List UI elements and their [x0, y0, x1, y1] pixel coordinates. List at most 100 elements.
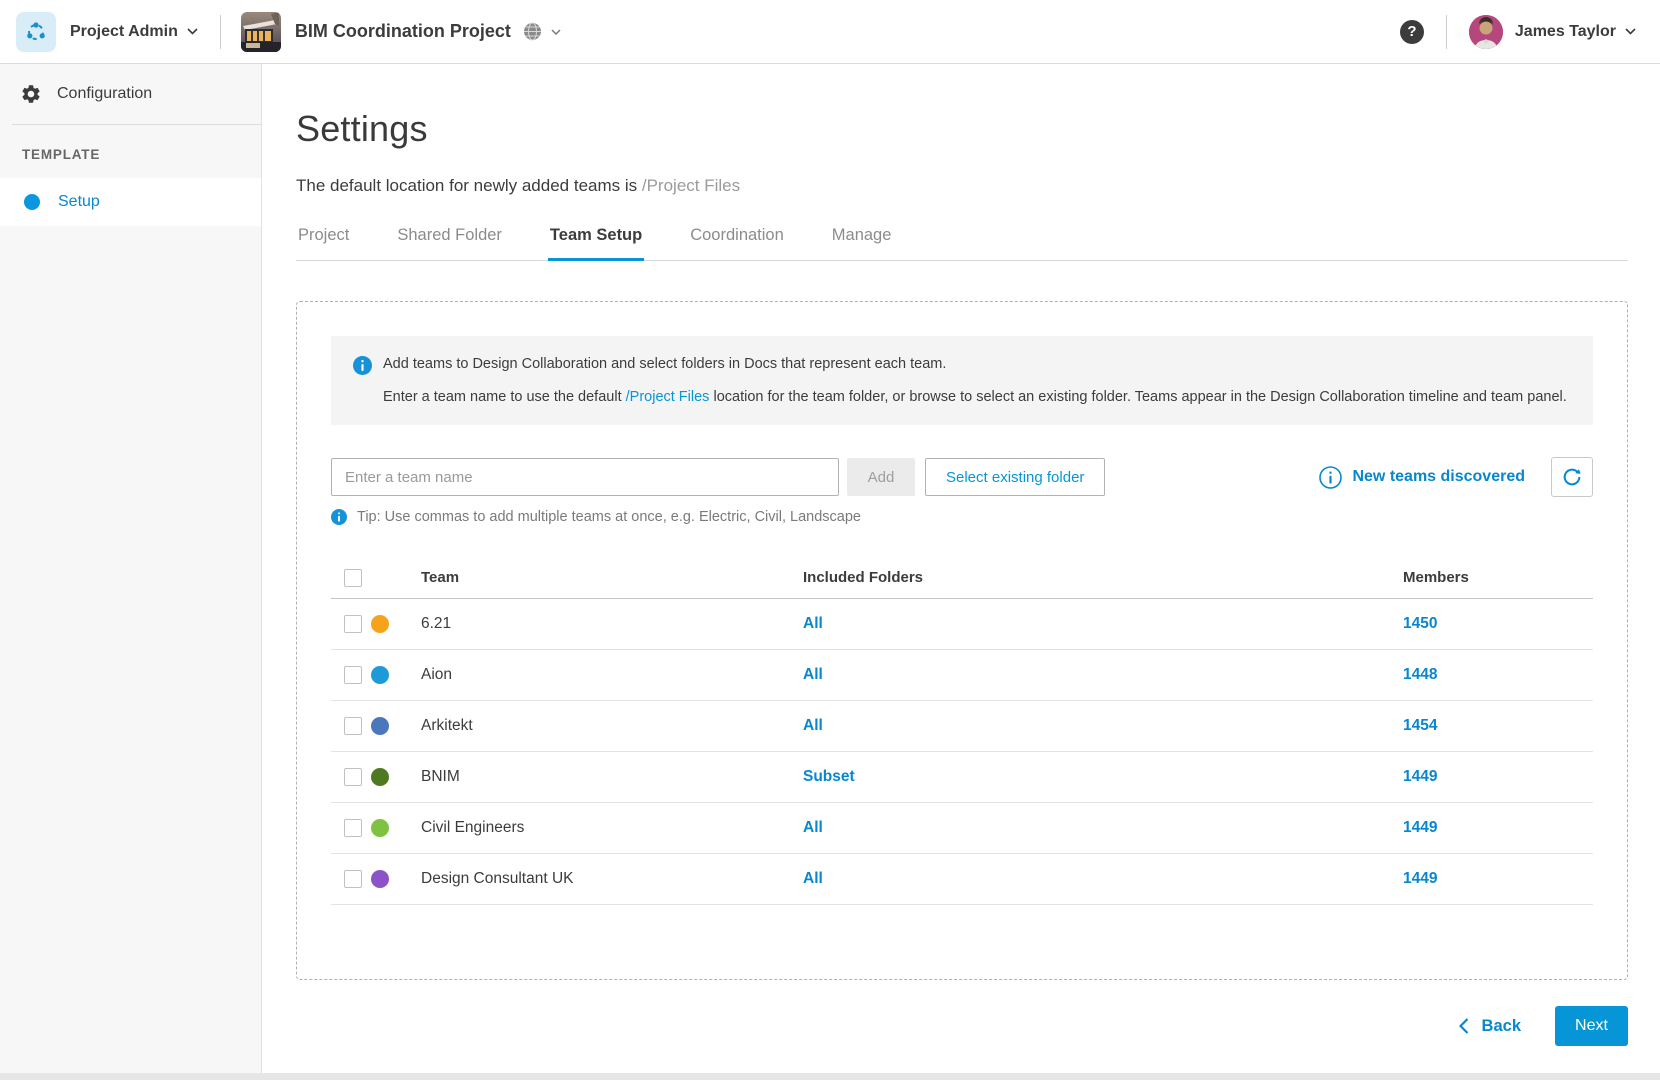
help-icon[interactable]: ?	[1400, 20, 1424, 44]
team-color-dot	[371, 870, 389, 888]
team-name: Civil Engineers	[421, 819, 803, 837]
team-table-body: 6.21 All 1450 Aion All 1448 Arkitekt All…	[331, 599, 1593, 905]
project-chevron-down-icon[interactable]	[551, 29, 561, 35]
building-photo	[241, 12, 281, 52]
included-folders-link[interactable]: All	[803, 870, 823, 887]
topbar-divider	[220, 15, 221, 49]
default-location-path: /Project Files	[642, 176, 740, 195]
table-row: BNIM Subset 1449	[331, 752, 1593, 803]
select-all-checkbox[interactable]	[344, 569, 362, 587]
configuration-label: Configuration	[57, 85, 152, 103]
members-count-link[interactable]: 1449	[1403, 768, 1437, 785]
network-share-icon	[24, 20, 48, 44]
team-table: Team Included Folders Members 6.21 All 1…	[331, 557, 1593, 945]
settings-tabs: Project Shared Folder Team Setup Coordin…	[296, 226, 1628, 261]
sidebar-item-configuration[interactable]: Configuration	[0, 64, 261, 124]
tab-coordination[interactable]: Coordination	[688, 226, 786, 260]
new-teams-label: New teams discovered	[1352, 468, 1525, 486]
app-name: Project Admin	[70, 23, 178, 41]
members-count-link[interactable]: 1449	[1403, 870, 1437, 887]
team-name: BNIM	[421, 768, 803, 786]
setup-status-dot	[24, 194, 40, 210]
team-color-dot	[371, 717, 389, 735]
setup-label: Setup	[58, 193, 100, 211]
add-button[interactable]: Add	[847, 458, 915, 496]
avatar[interactable]	[1469, 15, 1503, 49]
user-name: James Taylor	[1515, 23, 1616, 41]
team-color-dot	[371, 819, 389, 837]
table-row: Design Consultant UK All 1449	[331, 854, 1593, 905]
team-color-dot	[371, 666, 389, 684]
header-team: Team	[421, 569, 803, 586]
banner-line2-prefix: Enter a team name to use the default	[383, 389, 626, 405]
row-checkbox[interactable]	[344, 666, 362, 684]
tab-manage[interactable]: Manage	[830, 226, 894, 260]
sidebar-item-setup[interactable]: Setup	[0, 178, 261, 226]
refresh-icon	[1561, 466, 1583, 488]
team-table-header: Team Included Folders Members	[331, 557, 1593, 599]
sidebar-section-template: TEMPLATE	[0, 125, 261, 178]
row-checkbox[interactable]	[344, 819, 362, 837]
info-outline-icon	[1319, 466, 1342, 489]
project-files-link[interactable]: /Project Files	[626, 389, 710, 405]
sidebar: Configuration TEMPLATE Setup	[0, 64, 262, 1080]
app-chevron-down-icon[interactable]	[187, 28, 198, 35]
included-folders-link[interactable]: All	[803, 717, 823, 734]
banner-line1: Add teams to Design Collaboration and se…	[383, 355, 1567, 373]
row-checkbox[interactable]	[344, 615, 362, 633]
new-teams-discovered[interactable]: New teams discovered	[1319, 466, 1525, 489]
bottom-scrollbar-strip[interactable]	[0, 1073, 1660, 1080]
banner-line2-suffix: location for the team folder, or browse …	[709, 389, 1566, 405]
team-color-dot	[371, 768, 389, 786]
select-existing-folder-button[interactable]: Select existing folder	[925, 458, 1105, 496]
wizard-footer: Back Next	[296, 1006, 1628, 1046]
back-button[interactable]: Back	[1459, 1017, 1521, 1036]
tip-text: Tip: Use commas to add multiple teams at…	[357, 509, 861, 525]
row-checkbox[interactable]	[344, 870, 362, 888]
included-folders-link[interactable]: All	[803, 666, 823, 683]
tip-info-icon	[331, 509, 347, 525]
table-row: 6.21 All 1450	[331, 599, 1593, 650]
main-content: Settings The default location for newly …	[262, 64, 1660, 1080]
globe-icon	[523, 22, 542, 41]
included-folders-link[interactable]: All	[803, 819, 823, 836]
project-name: BIM Coordination Project	[295, 21, 511, 42]
row-checkbox[interactable]	[344, 768, 362, 786]
included-folders-link[interactable]: Subset	[803, 768, 855, 785]
included-folders-link[interactable]: All	[803, 615, 823, 632]
members-count-link[interactable]: 1449	[1403, 819, 1437, 836]
tab-shared-folder[interactable]: Shared Folder	[395, 226, 504, 260]
table-row: Arkitekt All 1454	[331, 701, 1593, 752]
top-bar: Project Admin	[0, 0, 1660, 64]
table-row: Aion All 1448	[331, 650, 1593, 701]
team-name-input[interactable]	[331, 458, 839, 496]
chevron-left-icon	[1459, 1018, 1469, 1034]
back-label: Back	[1482, 1017, 1521, 1036]
members-count-link[interactable]: 1454	[1403, 717, 1437, 734]
tab-team-setup[interactable]: Team Setup	[548, 226, 644, 261]
team-name: Aion	[421, 666, 803, 684]
info-icon	[353, 356, 372, 375]
add-team-row: Add Select existing folder New teams dis…	[331, 457, 1593, 497]
table-row: Civil Engineers All 1449	[331, 803, 1593, 854]
default-location-prefix: The default location for newly added tea…	[296, 176, 642, 195]
refresh-button[interactable]	[1551, 457, 1593, 497]
header-members: Members	[1403, 569, 1593, 586]
team-name: Design Consultant UK	[421, 870, 803, 888]
project-admin-logo-icon[interactable]	[16, 12, 56, 52]
members-count-link[interactable]: 1450	[1403, 615, 1437, 632]
team-setup-panel: Add teams to Design Collaboration and se…	[296, 301, 1628, 980]
team-color-dot	[371, 615, 389, 633]
page-title: Settings	[296, 108, 1628, 150]
members-count-link[interactable]: 1448	[1403, 666, 1437, 683]
tab-project[interactable]: Project	[296, 226, 351, 260]
team-name: 6.21	[421, 615, 803, 633]
info-banner: Add teams to Design Collaboration and se…	[331, 336, 1593, 425]
project-thumbnail[interactable]	[241, 12, 281, 52]
default-location-text: The default location for newly added tea…	[296, 176, 1628, 196]
row-checkbox[interactable]	[344, 717, 362, 735]
gear-icon	[20, 83, 42, 105]
next-button[interactable]: Next	[1555, 1006, 1628, 1046]
header-included-folders: Included Folders	[803, 569, 1403, 586]
user-chevron-down-icon[interactable]	[1625, 28, 1636, 35]
